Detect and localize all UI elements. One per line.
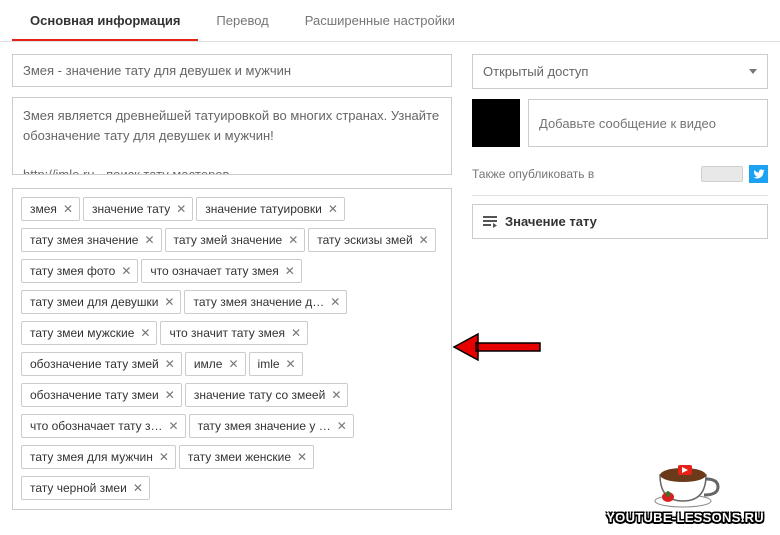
tab-advanced[interactable]: Расширенные настройки (287, 0, 473, 41)
tag-chip[interactable]: что означает тату змея ✕ (141, 259, 301, 283)
tag-text: тату змеи для девушки (30, 295, 158, 309)
tag-text: что значит тату змея (169, 326, 285, 340)
playlist-label: Значение тату (505, 214, 597, 229)
tag-chip[interactable]: имле ✕ (185, 352, 246, 376)
close-icon[interactable]: ✕ (176, 202, 186, 216)
tag-chip[interactable]: значение тату ✕ (83, 197, 193, 221)
close-icon[interactable]: ✕ (228, 357, 238, 371)
tag-chip[interactable]: что обозначает тату з… ✕ (21, 414, 186, 438)
tag-chip[interactable]: обозначение тату змей ✕ (21, 352, 182, 376)
annotation-arrow (452, 330, 542, 368)
playlist-button[interactable]: Значение тату (472, 204, 768, 239)
close-icon[interactable]: ✕ (165, 388, 175, 402)
video-thumbnail (472, 99, 520, 147)
tag-text: тату змеи женские (188, 450, 291, 464)
close-icon[interactable]: ✕ (144, 233, 154, 247)
tag-chip[interactable]: что значит тату змея ✕ (160, 321, 308, 345)
tag-chip[interactable]: значение татуировки ✕ (196, 197, 345, 221)
close-icon[interactable]: ✕ (63, 202, 73, 216)
close-icon[interactable]: ✕ (169, 419, 179, 433)
share-icons (701, 165, 768, 183)
tabs-bar: Основная информация Перевод Расширенные … (0, 0, 780, 42)
tag-chip[interactable]: тату змеи женские ✕ (179, 445, 314, 469)
close-icon[interactable]: ✕ (286, 357, 296, 371)
thumbnail-message-row (472, 99, 768, 147)
watermark-logo: YOUTUBE-LESSONS.RU (606, 455, 764, 525)
share-row: Также опубликовать в (472, 161, 768, 196)
close-icon[interactable]: ✕ (331, 388, 341, 402)
share-message-input[interactable] (528, 99, 768, 147)
tag-text: имле (194, 357, 223, 371)
close-icon[interactable]: ✕ (121, 264, 131, 278)
twitter-icon[interactable] (749, 165, 768, 183)
tag-chip[interactable]: тату змея значение д… ✕ (184, 290, 347, 314)
tag-chip[interactable]: imle ✕ (249, 352, 303, 376)
tab-basic-info[interactable]: Основная информация (12, 0, 198, 41)
close-icon[interactable]: ✕ (337, 419, 347, 433)
tag-chip[interactable]: тату черной змеи ✕ (21, 476, 150, 500)
tag-text: imle (258, 357, 280, 371)
right-column: Открытый доступ Также опубликовать в Зна… (472, 54, 768, 510)
close-icon[interactable]: ✕ (140, 326, 150, 340)
close-icon[interactable]: ✕ (330, 295, 340, 309)
left-column: Змея является древнейшей татуировкой во … (12, 54, 452, 510)
description-input[interactable]: Змея является древнейшей татуировкой во … (12, 97, 452, 175)
tag-chip[interactable]: тату эскизы змей ✕ (308, 228, 435, 252)
tag-text: тату змей значение (174, 233, 283, 247)
tag-text: змея (30, 202, 57, 216)
close-icon[interactable]: ✕ (328, 202, 338, 216)
privacy-dropdown[interactable]: Открытый доступ (472, 54, 768, 89)
share-toggle[interactable] (701, 166, 743, 182)
tag-text: значение тату со змеей (194, 388, 325, 402)
tag-text: тату змея значение (30, 233, 138, 247)
close-icon[interactable]: ✕ (165, 357, 175, 371)
tag-chip[interactable]: тату змеи для девушки ✕ (21, 290, 181, 314)
tag-chip[interactable]: змея ✕ (21, 197, 80, 221)
close-icon[interactable]: ✕ (285, 264, 295, 278)
tag-text: значение тату (92, 202, 170, 216)
tag-chip[interactable]: обозначение тату змеи ✕ (21, 383, 182, 407)
tag-text: тату змея значение у … (198, 419, 331, 433)
tag-chip[interactable]: тату змей значение ✕ (165, 228, 306, 252)
close-icon[interactable]: ✕ (291, 326, 301, 340)
title-input[interactable] (12, 54, 452, 87)
tag-text: обозначение тату змеи (30, 388, 159, 402)
tab-translation[interactable]: Перевод (198, 0, 286, 41)
tag-text: обозначение тату змей (30, 357, 159, 371)
tag-text: тату эскизы змей (317, 233, 412, 247)
tag-chip[interactable]: тату змея фото ✕ (21, 259, 138, 283)
tag-text: что обозначает тату з… (30, 419, 163, 433)
tag-chip[interactable]: значение тату со змеей ✕ (185, 383, 349, 407)
playlist-add-icon (483, 216, 497, 228)
close-icon[interactable]: ✕ (159, 450, 169, 464)
tag-text: тату змея фото (30, 264, 115, 278)
tag-text: тату змея для мужчин (30, 450, 153, 464)
dropdown-caret-icon (749, 69, 757, 74)
close-icon[interactable]: ✕ (297, 450, 307, 464)
tag-text: что означает тату змея (150, 264, 278, 278)
tags-box[interactable]: змея✕значение тату✕значение татуировки✕т… (12, 188, 452, 510)
close-icon[interactable]: ✕ (419, 233, 429, 247)
tag-text: тату змеи мужские (30, 326, 134, 340)
tag-chip[interactable]: тату змея значение у … ✕ (189, 414, 354, 438)
close-icon[interactable]: ✕ (133, 481, 143, 495)
share-label: Также опубликовать в (472, 167, 594, 181)
tag-chip[interactable]: тату змеи мужские ✕ (21, 321, 157, 345)
tag-text: тату черной змеи (30, 481, 127, 495)
close-icon[interactable]: ✕ (288, 233, 298, 247)
privacy-label: Открытый доступ (483, 64, 588, 79)
tag-text: значение татуировки (205, 202, 322, 216)
tag-text: тату змея значение д… (193, 295, 324, 309)
watermark-text: YOUTUBE-LESSONS.RU (606, 510, 764, 525)
content-area: Змея является древнейшей татуировкой во … (0, 42, 780, 522)
tag-chip[interactable]: тату змея значение ✕ (21, 228, 162, 252)
close-icon[interactable]: ✕ (164, 295, 174, 309)
tag-chip[interactable]: тату змея для мужчин ✕ (21, 445, 176, 469)
